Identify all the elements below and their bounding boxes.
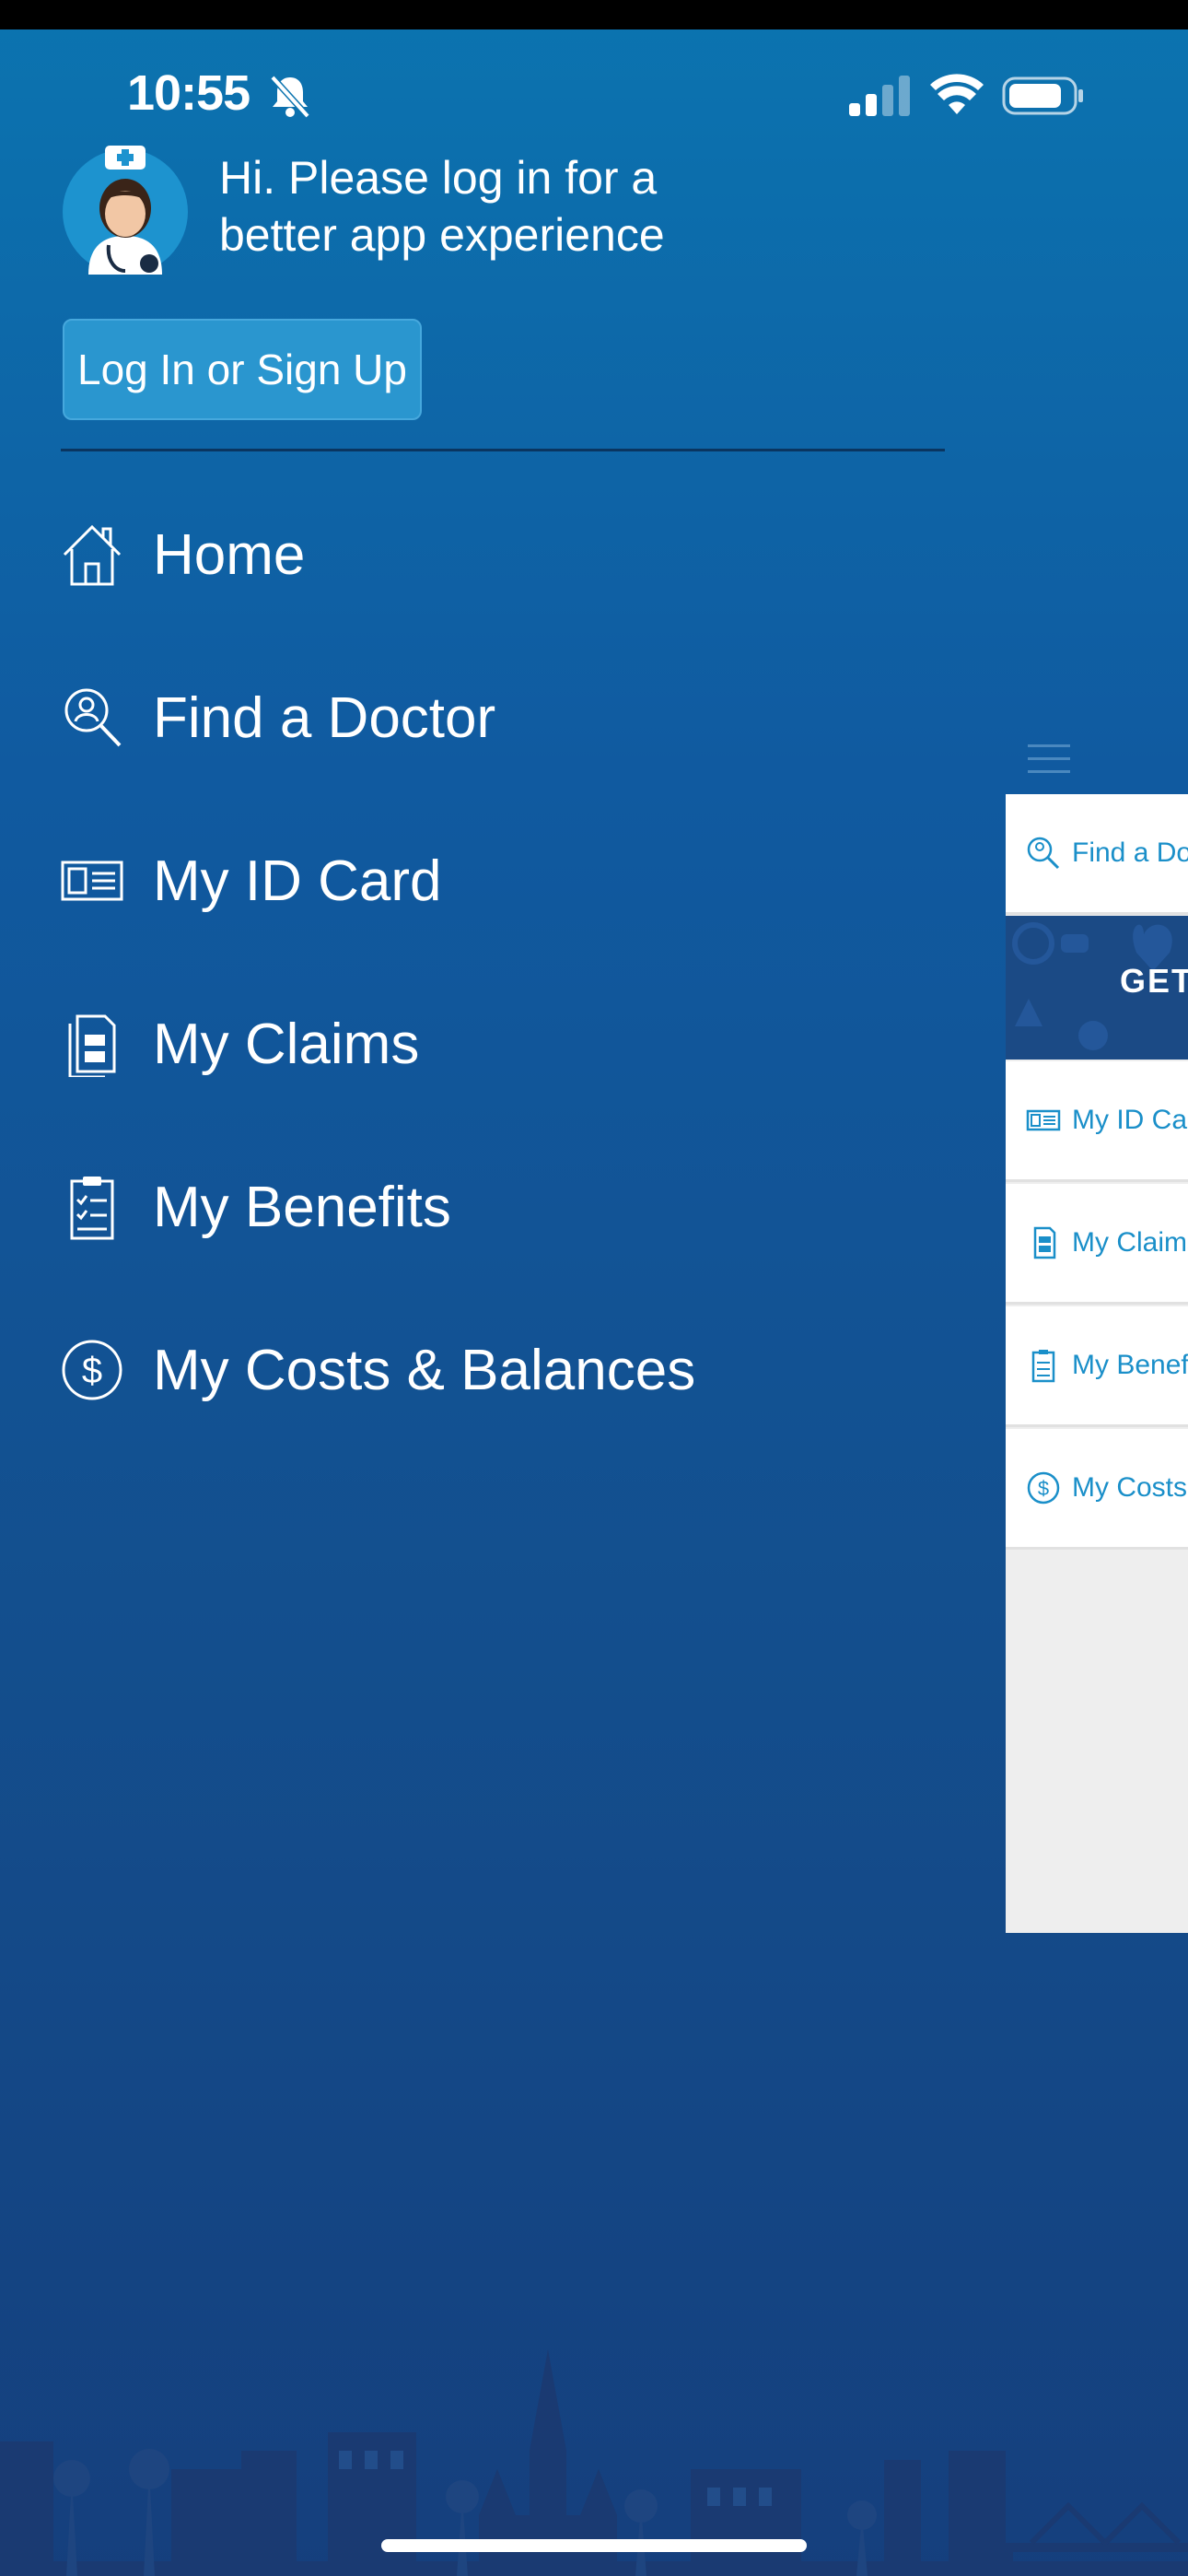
benefits-icon bbox=[61, 1174, 123, 1240]
peek-label-benefits: My Benef bbox=[1072, 1350, 1188, 1380]
id-card-icon bbox=[1026, 1109, 1061, 1131]
promo-banner[interactable]: GET bbox=[1006, 916, 1188, 1060]
menu-item-id-card[interactable]: My ID Card bbox=[0, 807, 958, 954]
peek-label-costs: My Costs bbox=[1072, 1472, 1188, 1503]
menu-item-benefits[interactable]: My Benefits bbox=[0, 1133, 958, 1281]
menu-label-claims: My Claims bbox=[153, 1012, 420, 1076]
menu-item-costs-balances[interactable]: $ My Costs & Balances bbox=[0, 1296, 958, 1444]
peek-id-card[interactable]: My ID Car bbox=[1006, 1061, 1188, 1182]
menu-item-find-doctor[interactable]: Find a Doctor bbox=[0, 644, 958, 791]
nurse-avatar-icon bbox=[63, 146, 188, 275]
peek-label-find-doctor: Find a Do bbox=[1072, 837, 1188, 868]
banner-text: GET bbox=[1120, 962, 1188, 1000]
top-edge bbox=[0, 0, 1188, 29]
svg-text:$: $ bbox=[1038, 1477, 1049, 1500]
peek-claims[interactable]: My Claims bbox=[1006, 1184, 1188, 1305]
claims-icon bbox=[61, 1011, 123, 1077]
benefits-icon bbox=[1031, 1350, 1055, 1383]
peek-find-doctor[interactable]: Find a Do bbox=[1006, 794, 1188, 915]
silent-bell-icon bbox=[270, 75, 310, 119]
menu-item-claims[interactable]: My Claims bbox=[0, 970, 958, 1118]
dollar-icon: $ bbox=[61, 1337, 123, 1403]
dollar-icon: $ bbox=[1027, 1471, 1060, 1505]
login-prompt-text: Hi. Please log in for a better app exper… bbox=[219, 152, 665, 261]
claims-icon bbox=[1033, 1226, 1056, 1259]
cellular-signal-icon bbox=[849, 76, 910, 116]
find-doctor-icon bbox=[61, 685, 123, 751]
menu-item-home[interactable]: Home bbox=[0, 481, 958, 628]
menu-label-id-card: My ID Card bbox=[153, 849, 442, 913]
hamburger-menu-icon[interactable] bbox=[1028, 743, 1070, 776]
status-time: 10:55 bbox=[127, 65, 250, 121]
wifi-icon bbox=[930, 74, 984, 114]
peek-label-id-card: My ID Car bbox=[1072, 1105, 1188, 1135]
menu-label-home: Home bbox=[153, 522, 306, 587]
peek-costs[interactable]: $ My Costs bbox=[1006, 1429, 1188, 1550]
find-doctor-icon bbox=[1027, 837, 1060, 870]
home-icon bbox=[61, 521, 123, 588]
menu-label-benefits: My Benefits bbox=[153, 1175, 451, 1239]
home-indicator[interactable] bbox=[381, 2539, 807, 2552]
background-home-screen[interactable]: Find a Do GET My ID Car My Claims My Ben… bbox=[1006, 794, 1188, 1933]
peek-label-claims: My Claims bbox=[1072, 1227, 1188, 1258]
battery-icon bbox=[1002, 76, 1083, 115]
menu-label-costs-balances: My Costs & Balances bbox=[153, 1338, 696, 1402]
menu-label-find-doctor: Find a Doctor bbox=[153, 685, 496, 750]
header-divider bbox=[61, 449, 945, 451]
id-card-icon bbox=[61, 848, 123, 914]
svg-text:$: $ bbox=[82, 1351, 102, 1391]
app-screen: 10:55 Hi. Please log in for a better app… bbox=[0, 0, 1188, 2576]
peek-benefits[interactable]: My Benef bbox=[1006, 1306, 1188, 1427]
login-signup-button[interactable]: Log In or Sign Up bbox=[63, 319, 422, 420]
